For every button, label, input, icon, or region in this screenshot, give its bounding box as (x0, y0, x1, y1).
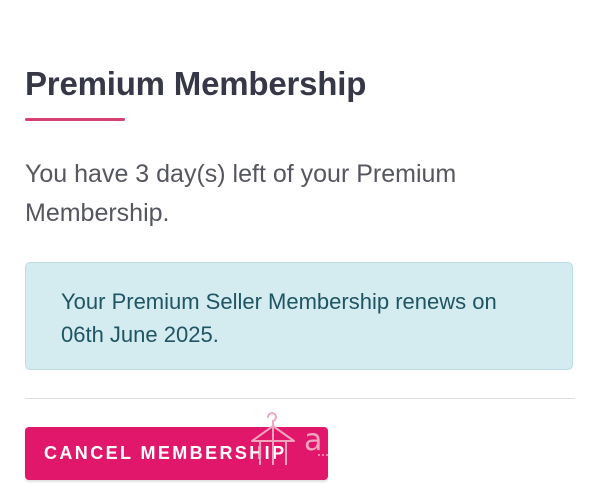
title-underline (25, 118, 125, 121)
page-title: Premium Membership (25, 65, 367, 102)
renewal-notice-text: Your Premium Seller Membership renews on… (61, 289, 497, 347)
renewal-info-box: Your Premium Seller Membership renews on… (25, 262, 573, 370)
membership-card: Premium Membership You have 3 day(s) lef… (0, 0, 600, 492)
days-left-text: You have 3 day(s) left of your Premium M… (25, 160, 457, 227)
divider (25, 398, 575, 399)
cancel-membership-button[interactable]: CANCEL MEMBERSHIP (25, 427, 328, 480)
